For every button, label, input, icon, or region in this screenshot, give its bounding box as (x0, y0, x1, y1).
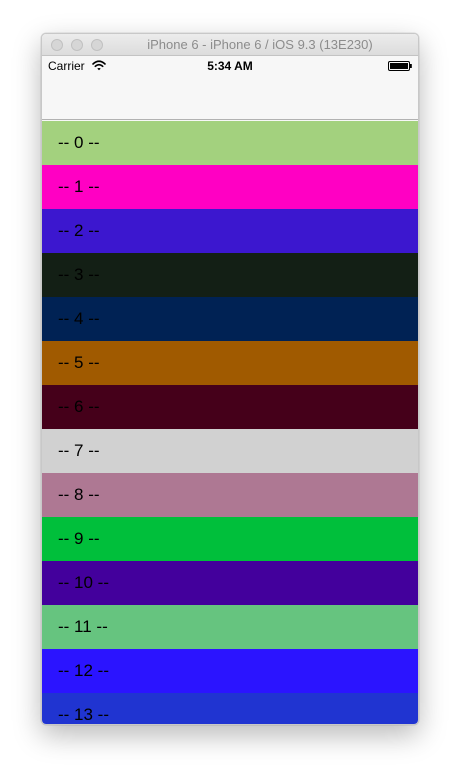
row-label: -- 11 -- (58, 617, 108, 636)
row-label: -- 10 -- (58, 573, 109, 592)
device-screen: Carrier 5:34 AM -- 0 -- -- 1 -- -- 2 -- -- … (42, 56, 418, 724)
window-titlebar[interactable]: iPhone 6 - iPhone 6 / iOS 9.3 (13E230) (42, 34, 418, 56)
table-row[interactable]: -- 8 -- (42, 473, 418, 517)
row-label: -- 2 -- (58, 221, 100, 240)
row-label: -- 3 -- (58, 265, 100, 284)
table-row[interactable]: -- 3 -- (42, 253, 418, 297)
status-time: 5:34 AM (207, 59, 253, 73)
row-label: -- 13 -- (58, 705, 109, 724)
row-label: -- 5 -- (58, 353, 100, 372)
zoom-window-button[interactable] (91, 39, 103, 51)
table-row[interactable]: -- 4 -- (42, 297, 418, 341)
row-label: -- 9 -- (58, 529, 100, 548)
status-bar: Carrier 5:34 AM (42, 56, 418, 76)
table-row[interactable]: -- 13 -- (42, 693, 418, 724)
simulator-window: iPhone 6 - iPhone 6 / iOS 9.3 (13E230) C… (41, 33, 419, 725)
battery-icon (388, 61, 412, 71)
table-row[interactable]: -- 2 -- (42, 209, 418, 253)
row-label: -- 12 -- (58, 661, 109, 680)
table-row[interactable]: -- 1 -- (42, 165, 418, 209)
table-row[interactable]: -- 9 -- (42, 517, 418, 561)
minimize-window-button[interactable] (71, 39, 83, 51)
row-label: -- 8 -- (58, 485, 100, 504)
row-label: -- 6 -- (58, 397, 100, 416)
table-view[interactable]: -- 0 -- -- 1 -- -- 2 -- -- 3 -- -- 4 -- -- 5 … (42, 121, 418, 724)
close-window-button[interactable] (51, 39, 63, 51)
table-row[interactable]: -- 11 -- (42, 605, 418, 649)
row-label: -- 1 -- (58, 177, 100, 196)
table-row[interactable]: -- 10 -- (42, 561, 418, 605)
row-label: -- 7 -- (58, 441, 100, 460)
navigation-bar (42, 76, 418, 120)
row-label: -- 0 -- (58, 133, 100, 152)
table-row[interactable]: -- 7 -- (42, 429, 418, 473)
table-row[interactable]: -- 6 -- (42, 385, 418, 429)
table-row[interactable]: -- 0 -- (42, 121, 418, 165)
window-title: iPhone 6 - iPhone 6 / iOS 9.3 (13E230) (147, 37, 373, 52)
table-row[interactable]: -- 12 -- (42, 649, 418, 693)
row-label: -- 4 -- (58, 309, 100, 328)
table-row[interactable]: -- 5 -- (42, 341, 418, 385)
